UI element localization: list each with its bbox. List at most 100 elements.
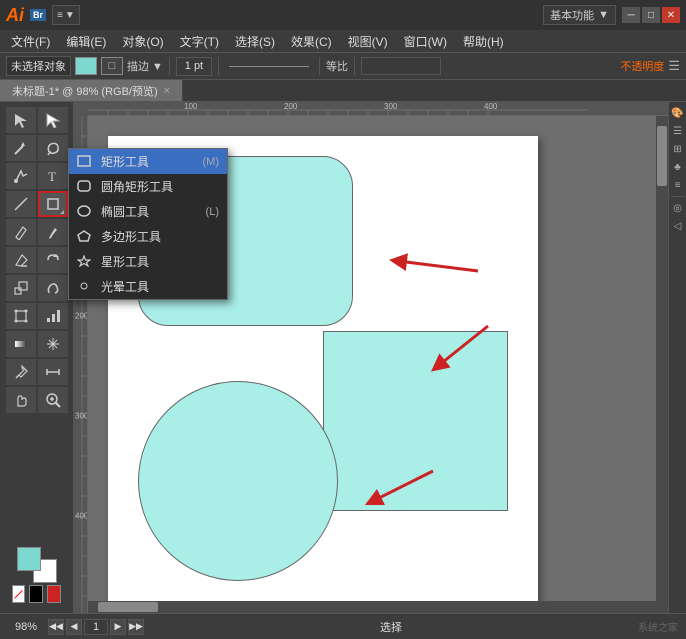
shape-rect[interactable] — [323, 331, 508, 511]
icon-group-icon: ≡ — [57, 10, 63, 21]
page-input[interactable] — [84, 619, 108, 635]
shape-circle[interactable] — [138, 381, 338, 581]
opacity-label[interactable]: 不透明度 — [620, 58, 664, 74]
scale-tool[interactable] — [6, 275, 36, 301]
minimize-button[interactable]: ─ — [622, 7, 640, 23]
ctx-star-tool[interactable]: 星形工具 — [69, 249, 227, 274]
graph-tool[interactable] — [38, 303, 68, 329]
rotate-tool[interactable] — [38, 247, 68, 273]
window-controls: ─ □ ✕ — [622, 7, 680, 23]
mesh-tool[interactable] — [38, 331, 68, 357]
ctx-rect-label: 矩形工具 — [101, 153, 149, 170]
shape-tool[interactable] — [38, 191, 68, 217]
menu-text[interactable]: 文字(T) — [173, 31, 226, 52]
right-layers-icon[interactable]: ☰ — [670, 124, 686, 138]
scroll-vertical[interactable] — [656, 116, 668, 601]
tool-row-2 — [0, 134, 73, 162]
right-color-icon[interactable]: 🎨 — [670, 106, 686, 120]
right-stroke-icon[interactable]: ≡ — [670, 178, 686, 192]
measure-tool[interactable] — [38, 359, 68, 385]
ctx-rounded-rect-label: 圆角矩形工具 — [101, 178, 173, 195]
pen-tool[interactable] — [6, 163, 36, 189]
eyedropper-tool[interactable] — [6, 359, 36, 385]
blend-mode-select[interactable]: 描边 ▼ — [127, 58, 163, 74]
red-swatch[interactable] — [47, 585, 61, 603]
ctx-rounded-rect-tool[interactable]: 圆角矩形工具 — [69, 174, 227, 199]
br-badge[interactable]: Br — [30, 9, 46, 21]
maximize-button[interactable]: □ — [642, 7, 660, 23]
zoom-tool[interactable] — [38, 387, 68, 413]
foreground-color-swatch[interactable] — [17, 547, 41, 571]
direct-select-tool[interactable] — [38, 107, 68, 133]
icon-group-arrow: ▼ — [65, 10, 75, 21]
watermark: 系统之家 — [638, 619, 678, 634]
menu-window[interactable]: 窗口(W) — [397, 31, 454, 52]
none-color[interactable] — [12, 585, 25, 603]
type-tool[interactable]: T — [38, 163, 68, 189]
stroke-width-input[interactable] — [176, 57, 212, 76]
document-tab[interactable]: 未标题-1* @ 98% (RGB/预览) × — [0, 80, 183, 101]
gradient-tool[interactable] — [6, 331, 36, 357]
black-swatch[interactable] — [29, 585, 43, 603]
nav-last-btn[interactable]: ▶▶ — [128, 619, 144, 635]
tool-row-4 — [0, 190, 73, 218]
scroll-thumb-v[interactable] — [657, 126, 667, 186]
ctx-rect-tool[interactable]: 矩形工具 (M) — [69, 149, 227, 174]
line-tool[interactable] — [6, 191, 36, 217]
menu-help[interactable]: 帮助(H) — [456, 31, 511, 52]
flare-icon — [77, 280, 93, 294]
menu-file[interactable]: 文件(F) — [4, 31, 57, 52]
ctx-ellipse-shortcut: (L) — [206, 206, 219, 218]
nav-first-btn[interactable]: ◀◀ — [48, 619, 64, 635]
scroll-horizontal[interactable] — [88, 601, 656, 613]
hand-tool[interactable] — [6, 387, 36, 413]
right-align-icon[interactable]: ⊞ — [670, 142, 686, 156]
ellipse-icon — [77, 205, 93, 219]
menu-view[interactable]: 视图(V) — [341, 31, 395, 52]
tab-close-btn[interactable]: × — [164, 85, 170, 97]
nav-next-btn[interactable]: ▶ — [110, 619, 126, 635]
select-tool[interactable] — [6, 107, 36, 133]
svg-text:100: 100 — [184, 102, 198, 111]
ctx-flare-tool[interactable]: 光晕工具 — [69, 274, 227, 299]
tool-row-11 — [0, 386, 73, 414]
close-button[interactable]: ✕ — [662, 7, 680, 23]
svg-text:200: 200 — [75, 312, 88, 321]
scroll-thumb-h[interactable] — [98, 602, 158, 612]
right-circle-icon[interactable]: ◎ — [670, 201, 686, 215]
fill-color[interactable] — [75, 57, 97, 75]
menu-bar: 文件(F) 编辑(E) 对象(O) 文字(T) 选择(S) 效果(C) 视图(V… — [0, 30, 686, 52]
menu-effect[interactable]: 效果(C) — [284, 31, 339, 52]
page-navigation: ◀◀ ◀ ▶ ▶▶ — [48, 619, 144, 635]
brush-tool[interactable] — [38, 219, 68, 245]
magic-wand-tool[interactable] — [6, 135, 36, 161]
sep1 — [169, 57, 170, 75]
menu-select[interactable]: 选择(S) — [228, 31, 282, 52]
icon-group[interactable]: ≡ ▼ — [52, 5, 80, 25]
left-toolbar: T — [0, 102, 74, 613]
toolbar-menu-icon[interactable]: ☰ — [668, 58, 680, 74]
tool-row-7 — [0, 274, 73, 302]
stroke-box[interactable]: □ — [101, 57, 123, 75]
nav-prev-btn[interactable]: ◀ — [66, 619, 82, 635]
ruler-row: 100200 300400 — [74, 102, 668, 116]
tool-row-10 — [0, 358, 73, 386]
status-bar: 98% ◀◀ ◀ ▶ ▶▶ 选择 系统之家 — [0, 613, 686, 639]
size-input[interactable] — [361, 57, 441, 75]
right-separator — [671, 196, 685, 197]
free-transform-tool[interactable] — [6, 303, 36, 329]
mode-selector[interactable]: 基本功能 ▼ — [543, 5, 616, 25]
tool-row-5 — [0, 218, 73, 246]
menu-edit[interactable]: 编辑(E) — [59, 31, 113, 52]
menu-object[interactable]: 对象(O) — [115, 31, 170, 52]
context-menu: 矩形工具 (M) 圆角矩形工具 椭圆工具 (L) 多边形工具 星形工具 光晕工具 — [68, 148, 228, 300]
pencil-tool[interactable] — [6, 219, 36, 245]
eraser-tool[interactable] — [6, 247, 36, 273]
lasso-tool[interactable] — [38, 135, 68, 161]
right-pathfinder-icon[interactable]: ♣ — [670, 160, 686, 174]
ctx-ellipse-tool[interactable]: 椭圆工具 (L) — [69, 199, 227, 224]
right-expand-icon[interactable]: ◁ — [670, 219, 686, 233]
ctx-polygon-tool[interactable]: 多边形工具 — [69, 224, 227, 249]
warp-tool[interactable] — [38, 275, 68, 301]
color-swatches — [0, 543, 73, 609]
